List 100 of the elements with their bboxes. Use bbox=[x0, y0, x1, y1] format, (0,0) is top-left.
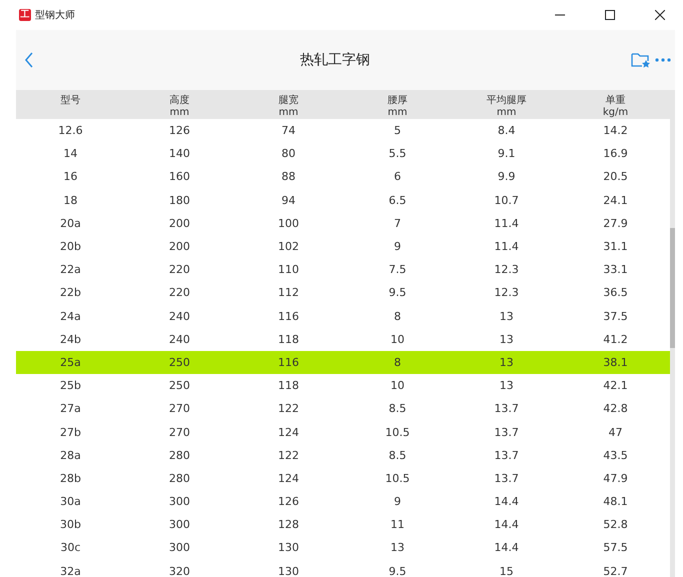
table-cell-text: 11.4 bbox=[493, 240, 520, 254]
table-cell-text: 57.5 bbox=[602, 541, 629, 554]
table-cell-text: 118 bbox=[277, 379, 300, 392]
table-cell-text: 270 bbox=[168, 402, 191, 416]
table-cell-text: 130 bbox=[277, 541, 300, 554]
table-cell-text: 47 bbox=[608, 426, 624, 439]
table-cell-text: 31.1 bbox=[602, 240, 629, 254]
table-cell-text: 36.5 bbox=[602, 286, 629, 300]
table-cell-text: 122 bbox=[277, 448, 300, 462]
table-cell-text: 28a bbox=[59, 448, 82, 462]
table-cell-text: 20b bbox=[59, 240, 82, 254]
table-cell-text: 320 bbox=[168, 564, 191, 577]
table-cell-text: 13.7 bbox=[493, 426, 520, 439]
column-header: 单重 kg/m bbox=[602, 95, 630, 119]
table-cell-text: 12.6 bbox=[57, 124, 84, 138]
page-title: 热轧工字钢 bbox=[299, 51, 371, 69]
table-cell-text: 116 bbox=[277, 356, 300, 369]
table-cell-text: 9 bbox=[393, 495, 402, 508]
table-cell-text: 88 bbox=[280, 170, 296, 184]
table-cell-text: 9.5 bbox=[388, 564, 408, 577]
table-cell-text: 200 bbox=[168, 216, 191, 230]
column-header: 平均腿厚 mm bbox=[486, 95, 528, 119]
table-cell-text: 240 bbox=[168, 310, 191, 323]
table-cell-text: 200 bbox=[168, 240, 191, 254]
close-icon bbox=[655, 10, 665, 20]
selected-row[interactable]: 25a 250 116 8 13 38.1 bbox=[16, 350, 670, 374]
table-cell-text: 14.2 bbox=[602, 124, 629, 138]
table-cell-text: 8 bbox=[393, 356, 402, 369]
table-cell-text: 15 bbox=[498, 564, 514, 577]
table-cell-text: 22b bbox=[59, 286, 82, 300]
table-cell-text: 47.9 bbox=[602, 472, 629, 485]
scrollbar[interactable] bbox=[670, 90, 675, 577]
table-cell-text: 10.5 bbox=[384, 426, 411, 439]
table-cell-text: 270 bbox=[168, 426, 191, 439]
table-cell-text: 118 bbox=[277, 332, 300, 346]
back-icon bbox=[25, 52, 33, 68]
table-cell-text: 100 bbox=[277, 216, 300, 230]
table-cell-text: 32a bbox=[59, 564, 82, 577]
table-cell-text: 8.5 bbox=[388, 448, 408, 462]
table-cell-text: 126 bbox=[168, 124, 191, 138]
table-cell-text: 220 bbox=[168, 286, 191, 300]
table-cell-text: 300 bbox=[168, 518, 191, 532]
table-cell-text: 20.5 bbox=[602, 170, 629, 184]
table-cell-text: 280 bbox=[168, 472, 191, 485]
table-cell-text: 94 bbox=[280, 194, 296, 207]
table-cell-text: 24.1 bbox=[602, 194, 629, 207]
table-cell-text: 25a bbox=[59, 356, 82, 369]
table-cell-text: 13.7 bbox=[493, 472, 520, 485]
table-cell-text: 14.4 bbox=[493, 518, 520, 532]
table-cell-text: 37.5 bbox=[602, 310, 629, 323]
table-cell-text: 13 bbox=[498, 310, 514, 323]
table-cell-text: 124 bbox=[277, 426, 300, 439]
table-cell-text: 27a bbox=[59, 402, 82, 416]
table-cell-text: 180 bbox=[168, 194, 191, 207]
table-cell-text: 9.5 bbox=[388, 286, 408, 300]
maximize-icon bbox=[605, 10, 615, 20]
table-cell-text: 5 bbox=[393, 124, 402, 138]
table-cell-text: 10.5 bbox=[384, 472, 411, 485]
table-cell-text: 27b bbox=[59, 426, 82, 439]
table-cell-text: 14 bbox=[62, 147, 78, 160]
table-cell-text: 13 bbox=[498, 356, 514, 369]
table-cell-text: 122 bbox=[277, 402, 300, 416]
table-cell-text: 13 bbox=[390, 541, 406, 554]
folder-star-icon bbox=[631, 52, 651, 68]
table-cell-text: 22a bbox=[59, 263, 82, 276]
table-cell-text: 42.8 bbox=[602, 402, 629, 416]
table-cell-text: 80 bbox=[280, 147, 296, 160]
table-cell-text: 16.9 bbox=[602, 147, 629, 160]
table-cell-text: 12.3 bbox=[493, 263, 520, 276]
app-icon: 工 bbox=[19, 9, 31, 21]
table-cell-text: 124 bbox=[277, 472, 300, 485]
table-cell-text: 14.4 bbox=[493, 495, 520, 508]
table-cell-text: 43.5 bbox=[602, 448, 629, 462]
table-cell-text: 250 bbox=[168, 356, 191, 369]
table-cell-text: 10 bbox=[390, 379, 406, 392]
table-cell-text: 41.2 bbox=[602, 332, 629, 346]
table-cell-text: 12.3 bbox=[493, 286, 520, 300]
table-cell-text: 6 bbox=[393, 170, 402, 184]
table-cell-text: 110 bbox=[277, 263, 300, 276]
table-cell-text: 7.5 bbox=[388, 263, 408, 276]
table-cell-text: 5.5 bbox=[388, 147, 408, 160]
table-cell-text: 13 bbox=[498, 332, 514, 346]
table-cell-text: 9.9 bbox=[496, 170, 516, 184]
table-cell-text: 52.8 bbox=[602, 518, 629, 532]
table-cell-text: 116 bbox=[277, 310, 300, 323]
more-icon bbox=[655, 58, 671, 62]
table-cell-text: 240 bbox=[168, 332, 191, 346]
table-cell-text: 8.5 bbox=[388, 402, 408, 416]
column-header: 腰厚 mm bbox=[386, 95, 408, 119]
table-cell-text: 27.9 bbox=[602, 216, 629, 230]
window-title: 型钢大师 bbox=[35, 8, 75, 22]
table-cell-text: 10 bbox=[390, 332, 406, 346]
table-cell-text: 9.1 bbox=[496, 147, 516, 160]
table-cell-text: 126 bbox=[277, 495, 300, 508]
column-header: 腿宽 mm bbox=[278, 95, 300, 119]
table-cell-text: 300 bbox=[168, 495, 191, 508]
table-cell-text: 7 bbox=[393, 216, 402, 230]
table-cell-text: 13.7 bbox=[493, 448, 520, 462]
table-cell-text: 9 bbox=[393, 240, 402, 254]
table-cell-text: 220 bbox=[168, 263, 191, 276]
